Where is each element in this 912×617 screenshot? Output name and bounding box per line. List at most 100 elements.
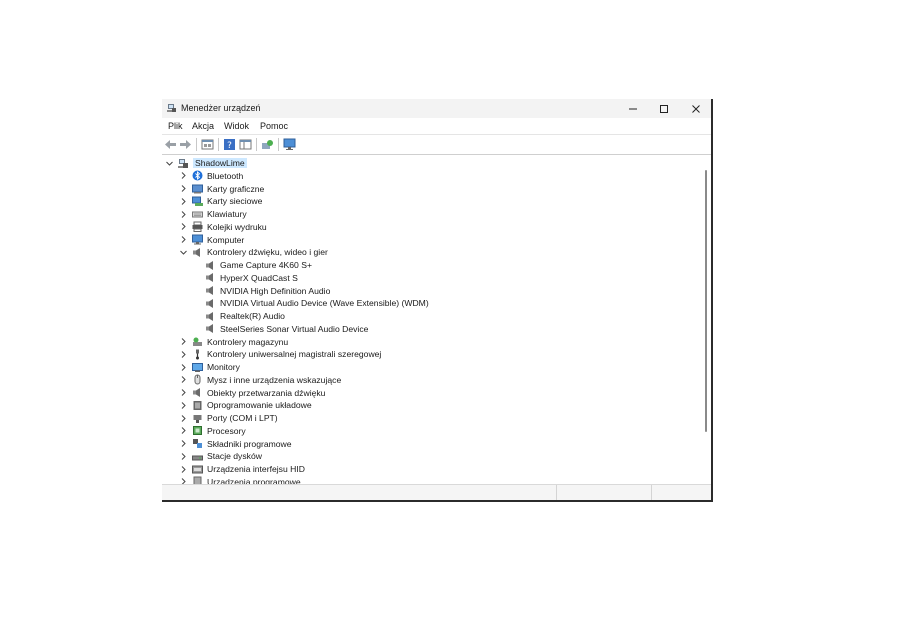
tree-category[interactable]: Obiekty przetwarzania dźwięku <box>179 387 325 399</box>
toolbar-separator <box>256 138 257 151</box>
tree-device[interactable]: NVIDIA High Definition Audio <box>201 285 330 297</box>
close-button[interactable] <box>680 99 711 118</box>
software-device-icon <box>193 476 202 484</box>
category-label: Oprogramowanie układowe <box>207 400 312 411</box>
device-manager-window: Menedżer urządzeń Plik Akcja Widok Pomoc… <box>162 99 713 502</box>
title-bar[interactable]: Menedżer urządzeń <box>162 99 711 118</box>
tree-category[interactable]: Karty graficzne <box>179 183 264 195</box>
chevron-right-icon[interactable] <box>179 438 188 450</box>
svg-text:?: ? <box>227 141 232 151</box>
category-label: Monitory <box>207 362 240 372</box>
chevron-right-icon[interactable] <box>179 374 188 386</box>
tree-category[interactable]: Oprogramowanie układowe <box>179 399 312 411</box>
close-icon <box>692 104 700 113</box>
usb-icon <box>196 349 199 360</box>
minimize-button[interactable] <box>617 99 649 118</box>
tree-category[interactable]: Komputer <box>179 234 244 246</box>
tree-category[interactable]: Stacje dysków <box>179 450 262 462</box>
status-divider <box>651 485 652 500</box>
minimize-icon <box>629 108 637 109</box>
scrollbar-thumb[interactable] <box>705 170 707 432</box>
chevron-right-icon[interactable] <box>179 170 188 182</box>
tree-root[interactable]: ShadowLime <box>165 157 247 169</box>
monitor-icon[interactable] <box>283 138 296 151</box>
tree-category[interactable]: Kontrolery uniwersalnej magistrali szere… <box>179 348 381 360</box>
chevron-right-icon[interactable] <box>179 463 188 475</box>
category-label: Bluetooth <box>207 170 244 181</box>
device-tree[interactable]: ShadowLime Bluetooth Karty graficzne Karty … <box>162 156 702 484</box>
toolbar-separator <box>278 138 279 151</box>
menu-file[interactable]: Plik <box>168 121 183 131</box>
chevron-right-icon[interactable] <box>179 476 188 484</box>
category-label: Obiekty przetwarzania dźwięku <box>207 387 326 398</box>
tree-category[interactable]: Procesory <box>179 425 246 437</box>
category-label: Składniki programowe <box>207 438 292 449</box>
back-arrow-icon[interactable] <box>164 138 177 151</box>
tree-category[interactable]: Karty sieciowe <box>179 195 262 207</box>
firmware-icon <box>193 400 202 410</box>
maximize-button[interactable] <box>648 99 680 118</box>
chevron-right-icon[interactable] <box>179 195 188 207</box>
scan-hardware-icon[interactable] <box>261 138 274 151</box>
device-label: NVIDIA Virtual Audio Device (Wave Extens… <box>220 298 429 309</box>
tree-category[interactable]: Urządzenia interfejsu HID <box>179 463 305 475</box>
status-bar <box>162 484 711 500</box>
disk-drive-icon <box>192 455 203 461</box>
chevron-right-icon[interactable] <box>179 183 188 195</box>
menu-help[interactable]: Pomoc <box>260 121 288 131</box>
tree-category[interactable]: Bluetooth <box>179 170 243 182</box>
chevron-right-icon[interactable] <box>179 336 188 348</box>
chevron-right-icon[interactable] <box>179 234 188 246</box>
chevron-right-icon[interactable] <box>179 399 188 411</box>
tree-root-label: ShadowLime <box>193 158 247 168</box>
category-label: Kontrolery magazynu <box>207 336 289 347</box>
properties-pane-icon[interactable] <box>201 138 214 151</box>
help-icon[interactable]: ? <box>223 138 236 151</box>
tree-category[interactable]: Klawiatury <box>179 208 247 220</box>
tree-category[interactable]: Kontrolery dźwięku, wideo i gier <box>179 246 328 258</box>
tree-device[interactable]: SteelSeries Sonar Virtual Audio Device <box>201 323 368 335</box>
audio-processing-icon <box>193 388 200 397</box>
tree-category[interactable]: Kontrolery magazynu <box>179 336 288 348</box>
device-speaker-icon <box>206 324 213 334</box>
tree-device[interactable]: Realtek(R) Audio <box>201 310 285 322</box>
menu-view[interactable]: Widok <box>224 121 249 131</box>
device-speaker-icon <box>206 260 213 270</box>
software-component-icon <box>193 439 202 448</box>
view-pane-icon[interactable] <box>239 138 252 151</box>
chevron-right-icon[interactable] <box>179 221 188 233</box>
chevron-right-icon[interactable] <box>179 425 188 437</box>
category-label: Urządzenia programowe <box>207 476 301 484</box>
tree-device[interactable]: NVIDIA Virtual Audio Device (Wave Extens… <box>201 297 429 309</box>
tree-category[interactable]: Mysz i inne urządzenia wskazujące <box>179 374 341 386</box>
chevron-down-icon[interactable] <box>165 157 174 169</box>
tree-category[interactable]: Składniki programowe <box>179 438 292 450</box>
tree-category[interactable]: Urządzenia programowe <box>179 476 301 484</box>
tree-category[interactable]: Porty (COM i LPT) <box>179 412 278 424</box>
menu-action[interactable]: Akcja <box>192 121 214 131</box>
vertical-scrollbar[interactable] <box>702 156 711 484</box>
port-icon <box>193 414 202 423</box>
chevron-right-icon[interactable] <box>179 208 188 220</box>
chevron-right-icon[interactable] <box>179 361 188 373</box>
processor-icon <box>193 426 202 436</box>
bluetooth-icon <box>192 170 203 181</box>
category-label: Porty (COM i LPT) <box>207 413 278 423</box>
chevron-right-icon[interactable] <box>179 348 188 360</box>
status-divider <box>556 485 557 500</box>
chevron-right-icon[interactable] <box>179 412 188 424</box>
chevron-down-icon[interactable] <box>179 246 188 258</box>
tree-category[interactable]: Monitory <box>179 361 240 373</box>
network-adapter-icon <box>192 196 203 206</box>
chevron-right-icon[interactable] <box>179 387 188 399</box>
category-label: Karty sieciowe <box>207 196 263 207</box>
device-speaker-icon <box>206 311 213 321</box>
mouse-icon <box>194 374 201 385</box>
tree-device[interactable]: Game Capture 4K60 S+ <box>201 259 312 271</box>
category-label: Stacje dysków <box>207 451 262 462</box>
tree-category[interactable]: Kolejki wydruku <box>179 221 267 233</box>
forward-arrow-icon[interactable] <box>179 138 192 151</box>
chevron-right-icon[interactable] <box>179 450 188 462</box>
maximize-icon <box>660 104 668 113</box>
tree-device[interactable]: HyperX QuadCast S <box>201 272 298 284</box>
